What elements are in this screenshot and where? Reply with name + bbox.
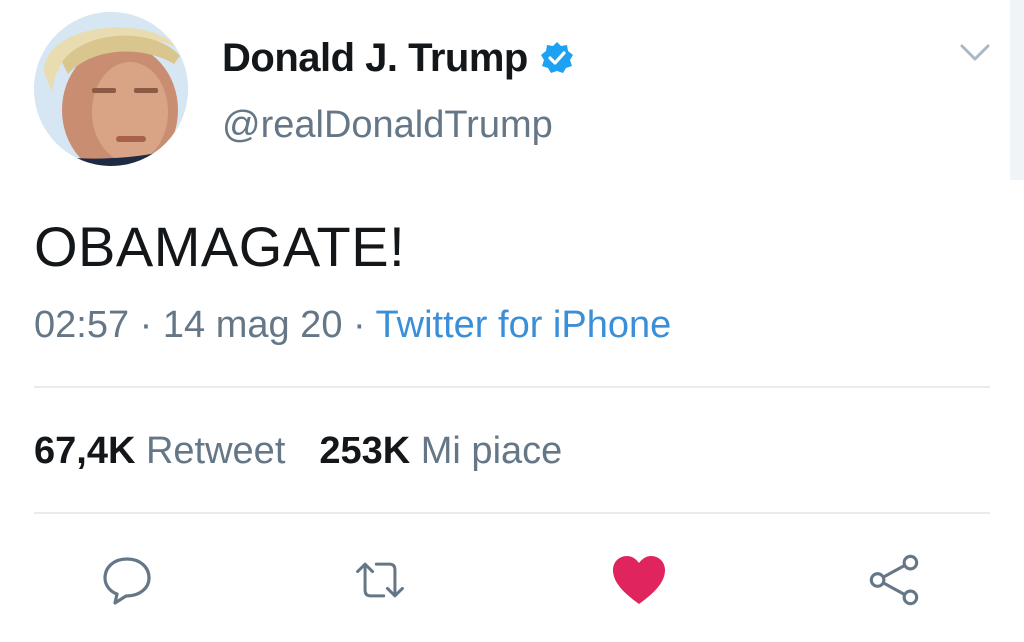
tweet-text: OBAMAGATE!	[34, 215, 406, 278]
tweet-meta: 02:57 · 14 mag 20 · Twitter for iPhone	[34, 304, 671, 347]
retweet-button[interactable]	[352, 552, 408, 608]
retweet-icon	[356, 562, 404, 598]
tweet-source-link[interactable]: Twitter for iPhone	[376, 304, 672, 346]
display-name-row: Donald J. Trump	[222, 34, 574, 82]
retweets-label: Retweet	[145, 430, 286, 472]
share-icon	[869, 554, 919, 606]
tweet-date: 14 mag 20	[162, 304, 343, 346]
chevron-down-icon[interactable]	[958, 40, 992, 66]
verified-badge-icon	[540, 41, 574, 75]
tweet-time: 02:57	[34, 304, 130, 346]
reply-button[interactable]	[99, 552, 155, 608]
likes-stat[interactable]: 253K Mi piace	[319, 430, 562, 472]
tweet-stats: 67,4K Retweet 253K Mi piace	[34, 430, 562, 473]
display-name[interactable]: Donald J. Trump	[222, 36, 528, 81]
heart-icon	[613, 556, 665, 604]
divider	[34, 386, 990, 388]
meta-separator: ·	[129, 304, 163, 346]
page-edge	[1010, 0, 1024, 180]
likes-label: Mi piace	[420, 430, 563, 472]
meta-separator: ·	[342, 304, 376, 346]
avatar[interactable]	[34, 12, 188, 166]
like-button[interactable]	[611, 552, 667, 608]
reply-icon	[103, 557, 151, 605]
user-handle[interactable]: @realDonaldTrump	[222, 104, 553, 147]
avatar-image	[34, 12, 188, 166]
divider	[34, 512, 990, 514]
retweets-count: 67,4K	[34, 430, 136, 472]
likes-count: 253K	[319, 430, 411, 472]
retweets-stat[interactable]: 67,4K Retweet	[34, 430, 285, 472]
share-button[interactable]	[866, 552, 922, 608]
